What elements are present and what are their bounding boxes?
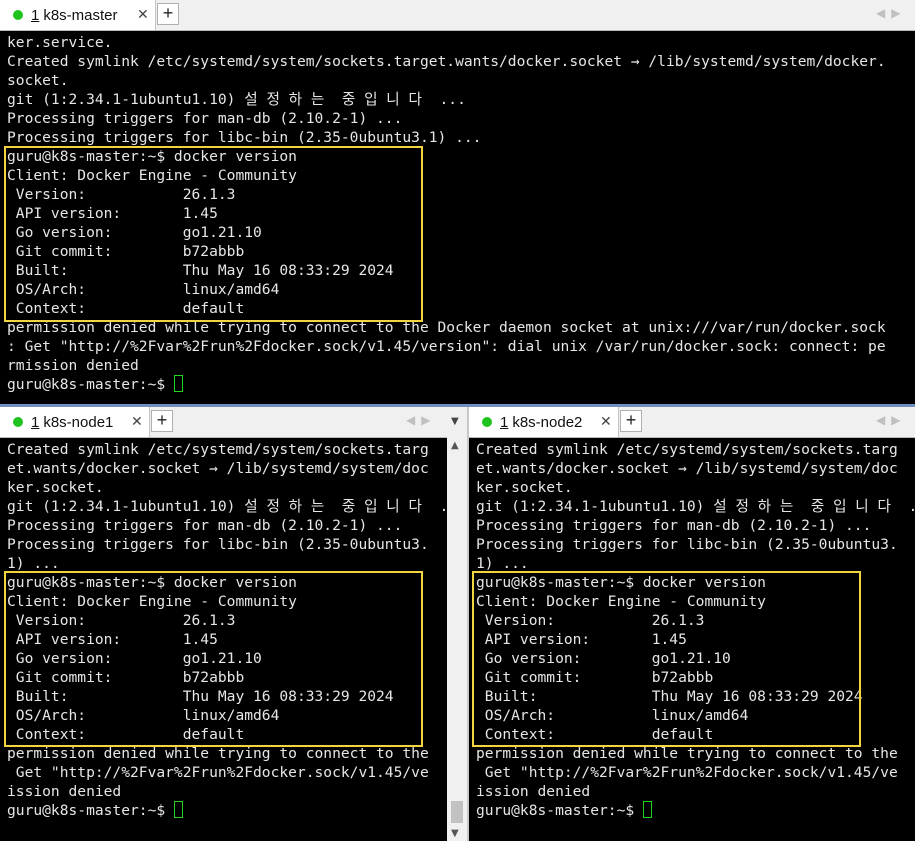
terminal-line: ker.service.	[7, 34, 113, 51]
terminal-line: socket.	[7, 72, 69, 89]
tab-k8s-node1[interactable]: 1 k8s-node1 ✕	[0, 407, 150, 437]
tab-title: k8s-node1	[43, 414, 114, 431]
tab-k8s-node2[interactable]: 1 k8s-node2 ✕	[469, 407, 619, 437]
terminal-line: git (1:2.34.1-1ubuntu1.10) 설 정 하 는 중 입 니…	[7, 91, 466, 108]
terminal-line: ker.socket.	[476, 479, 573, 496]
terminal-line: et.wants/docker.socket → /lib/systemd/sy…	[7, 460, 429, 477]
terminal-line: ission denied	[476, 783, 591, 800]
vertical-scrollbar[interactable]: ▲ ▼	[447, 437, 467, 841]
terminal-prompt-line[interactable]: guru@k8s-master:~$	[7, 375, 915, 394]
terminal-line: Processing triggers for libc-bin (2.35-0…	[476, 536, 898, 553]
terminal-line: ker.socket.	[7, 479, 104, 496]
terminal-line: Created symlink /etc/systemd/system/sock…	[476, 441, 898, 458]
connected-status-icon	[482, 417, 492, 427]
tab-list-dropdown-icon[interactable]: ▼	[451, 416, 459, 427]
tab-scroll-arrows-icon[interactable]: ◀▶	[406, 413, 436, 427]
terminal-line: Processing triggers for libc-bin (2.35-0…	[7, 129, 482, 146]
tab-k8s-master[interactable]: 1 k8s-master ✕	[0, 0, 156, 30]
text-cursor	[173, 801, 183, 818]
node2-pane: 1 k8s-node2 ✕ + ◀▶ Created symlink /etc/s…	[469, 407, 915, 841]
new-tab-button[interactable]: +	[620, 410, 642, 432]
docker-version-highlight	[472, 571, 861, 747]
terminal-line: Processing triggers for man-db (2.10.2-1…	[7, 517, 403, 534]
text-cursor	[642, 801, 652, 818]
tab-number: 1	[500, 414, 509, 431]
tab-scroll-arrows-icon[interactable]: ◀▶	[876, 6, 906, 20]
terminal-line: Created symlink /etc/systemd/system/sock…	[7, 441, 429, 458]
node2-tab-bar: 1 k8s-node2 ✕ + ◀▶	[469, 407, 915, 438]
scroll-up-icon[interactable]: ▲	[451, 440, 459, 451]
connected-status-icon	[13, 10, 23, 20]
close-icon[interactable]: ✕	[131, 413, 143, 430]
tab-title: k8s-node2	[512, 414, 583, 431]
terminal-line: Get "http://%2Fvar%2Frun%2Fdocker.sock/v…	[476, 764, 898, 781]
terminal-line: et.wants/docker.socket → /lib/systemd/sy…	[476, 460, 898, 477]
new-tab-button[interactable]: +	[157, 3, 179, 25]
tab-title: k8s-master	[43, 7, 118, 24]
close-icon[interactable]: ✕	[137, 6, 149, 23]
shell-prompt: guru@k8s-master:~$	[7, 376, 174, 393]
terminal-line: git (1:2.34.1-1ubuntu1.10) 설 정 하 는 중 입 니…	[7, 498, 466, 515]
node1-tab-bar: 1 k8s-node1 ✕ + ◀▶ ▼	[0, 407, 467, 438]
docker-version-highlight	[4, 571, 423, 747]
terminal-line: : Get "http://%2Fvar%2Frun%2Fdocker.sock…	[7, 338, 886, 355]
tab-number: 1	[31, 414, 40, 431]
close-icon[interactable]: ✕	[600, 413, 612, 430]
terminal-line: Processing triggers for libc-bin (2.35-0…	[7, 536, 429, 553]
shell-prompt: guru@k8s-master:~$	[7, 802, 174, 819]
scroll-down-icon[interactable]: ▼	[451, 828, 459, 839]
tab-number: 1	[31, 7, 40, 24]
terminal-line: git (1:2.34.1-1ubuntu1.10) 설 정 하 는 중 입 니…	[476, 498, 915, 515]
terminal-prompt-line[interactable]: guru@k8s-master:~$	[476, 801, 915, 820]
terminal-line: ission denied	[7, 783, 122, 800]
terminal-line: rmission denied	[7, 357, 139, 374]
connected-status-icon	[13, 417, 23, 427]
tab-scroll-arrows-icon[interactable]: ◀▶	[876, 413, 906, 427]
shell-prompt: guru@k8s-master:~$	[476, 802, 643, 819]
master-tab-bar: 1 k8s-master ✕ + ◀▶	[0, 0, 915, 31]
terminal-prompt-line[interactable]: guru@k8s-master:~$	[7, 801, 467, 820]
terminal-line: Processing triggers for man-db (2.10.2-1…	[476, 517, 872, 534]
scrollbar-thumb[interactable]	[451, 801, 463, 823]
terminal-line: Processing triggers for man-db (2.10.2-1…	[7, 110, 403, 127]
terminal-line: Created symlink /etc/systemd/system/sock…	[7, 53, 886, 70]
master-pane: 1 k8s-master ✕ + ◀▶ ker.service. Created s…	[0, 0, 915, 404]
new-tab-button[interactable]: +	[151, 410, 173, 432]
docker-version-highlight	[4, 146, 423, 322]
terminal-line: Get "http://%2Fvar%2Frun%2Fdocker.sock/v…	[7, 764, 429, 781]
text-cursor	[173, 375, 183, 392]
node1-pane: 1 k8s-node1 ✕ + ◀▶ ▼ Created symlink /etc…	[0, 407, 467, 841]
